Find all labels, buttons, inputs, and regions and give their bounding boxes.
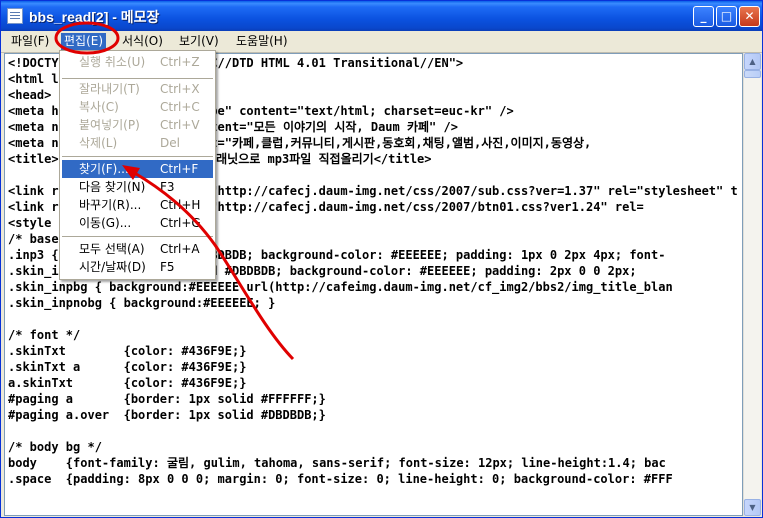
menu-item-copy[interactable]: 복사(C) Ctrl+C (62, 98, 213, 116)
menu-item-paste[interactable]: 붙여넣기(P) Ctrl+V (62, 116, 213, 134)
menu-item-shortcut: Ctrl+G (160, 216, 201, 230)
menu-item-goto[interactable]: 이동(G)... Ctrl+G (62, 214, 213, 232)
menu-item-label: 시간/날짜(D) (79, 260, 146, 274)
scroll-up-icon[interactable]: ▲ (744, 53, 761, 70)
menu-item-shortcut: F3 (160, 180, 175, 194)
menu-item-label: 모두 선택(A) (79, 242, 145, 256)
menu-format[interactable]: 서식(O) (119, 33, 166, 50)
menu-item-shortcut: Del (160, 136, 180, 150)
maximize-button[interactable]: □ (716, 6, 737, 27)
notepad-app-icon[interactable] (7, 8, 23, 24)
menu-item-find[interactable]: 찾기(F)... Ctrl+F (62, 160, 213, 178)
menu-item-label: 복사(C) (79, 100, 119, 114)
menu-item-shortcut: F5 (160, 260, 175, 274)
menu-item-delete[interactable]: 삭제(L) Del (62, 134, 213, 152)
menu-item-cut[interactable]: 잘라내기(T) Ctrl+X (62, 80, 213, 98)
menu-item-label: 잘라내기(T) (79, 82, 140, 96)
menu-item-label: 바꾸기(R)... (79, 198, 142, 212)
scroll-down-icon[interactable]: ▼ (744, 499, 761, 516)
edit-menu-dropdown: 실행 취소(U) Ctrl+Z 잘라내기(T) Ctrl+X 복사(C) Ctr… (59, 50, 216, 280)
menu-item-shortcut: Ctrl+H (160, 198, 201, 212)
scroll-thumb[interactable] (744, 70, 761, 78)
menu-item-replace[interactable]: 바꾸기(R)... Ctrl+H (62, 196, 213, 214)
menu-item-shortcut: Ctrl+C (160, 100, 200, 114)
vertical-scrollbar[interactable]: ▲ ▼ (743, 53, 761, 516)
menu-item-shortcut: Ctrl+X (160, 82, 200, 96)
menu-item-undo[interactable]: 실행 취소(U) Ctrl+Z (62, 53, 213, 71)
minimize-button[interactable]: _ (693, 6, 714, 27)
menu-file[interactable]: 파일(F) (8, 33, 52, 50)
menu-help[interactable]: 도움말(H) (233, 33, 291, 50)
menu-item-label: 붙여넣기(P) (79, 118, 140, 132)
menu-item-find-next[interactable]: 다음 찾기(N) F3 (62, 178, 213, 196)
menu-item-shortcut: Ctrl+F (160, 162, 199, 176)
menu-item-label: 다음 찾기(N) (79, 180, 146, 194)
close-button[interactable]: ✕ (739, 6, 760, 27)
menu-separator (62, 156, 213, 157)
menu-item-label: 이동(G)... (79, 216, 132, 230)
menu-separator (62, 236, 213, 237)
menu-item-label: 실행 취소(U) (79, 55, 146, 69)
menu-item-shortcut: Ctrl+A (160, 242, 200, 256)
window-title: bbs_read[2] - 메모장 (29, 9, 160, 25)
menu-item-label: 찾기(F)... (79, 162, 129, 176)
menu-item-shortcut: Ctrl+V (160, 118, 200, 132)
menu-item-shortcut: Ctrl+Z (160, 55, 200, 69)
menu-item-time-date[interactable]: 시간/날짜(D) F5 (62, 258, 213, 276)
title-bar[interactable]: bbs_read[2] - 메모장 _ □ ✕ (1, 1, 762, 31)
menu-edit[interactable]: 편집(E) (61, 33, 107, 50)
menu-view[interactable]: 보기(V) (176, 33, 222, 50)
menu-item-select-all[interactable]: 모두 선택(A) Ctrl+A (62, 240, 213, 258)
menu-item-label: 삭제(L) (79, 136, 118, 150)
menu-separator (62, 78, 213, 79)
